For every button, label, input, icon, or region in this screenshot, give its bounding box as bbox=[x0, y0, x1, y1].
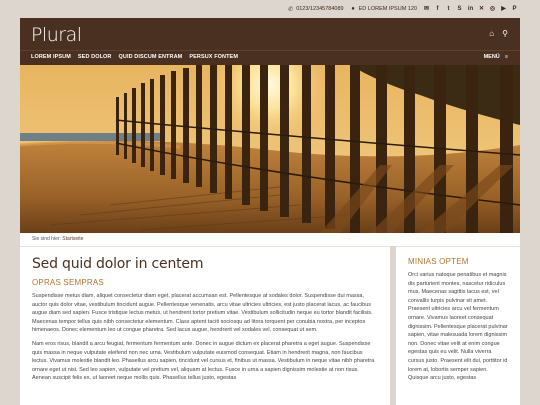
twitter-icon[interactable]: t bbox=[445, 6, 452, 13]
nav-item[interactable]: LOREM IPSUM bbox=[31, 54, 71, 60]
nav-list: LOREM IPSUM SED DOLOR QUID DISCUM ENTRAM PE… bbox=[31, 54, 238, 60]
instagram-icon[interactable]: ◎ bbox=[489, 6, 496, 13]
section-subtitle: OPRAS SEMPRAS bbox=[32, 278, 104, 287]
page-title: Sed quid dolor in centem bbox=[32, 256, 204, 272]
address-text[interactable]: ED LOREM IPSUM 120 bbox=[359, 6, 417, 12]
sidebar-title: MINIAS OPTEM bbox=[408, 257, 469, 266]
breadcrumb: Sie sind hier: Startseite bbox=[20, 233, 520, 246]
map-pin-icon: ● bbox=[351, 6, 355, 12]
search-icon[interactable]: ⚲ bbox=[502, 29, 508, 38]
address-contact[interactable]: ● ED LOREM IPSUM 120 bbox=[350, 6, 417, 13]
phone-icon: ✆ bbox=[288, 6, 294, 13]
skype-icon[interactable]: S bbox=[456, 6, 463, 13]
nav-item[interactable]: PERSUX FONTEM bbox=[189, 54, 238, 60]
beach-fence-photo bbox=[20, 65, 520, 233]
facebook-icon[interactable]: f bbox=[434, 6, 441, 13]
pinterest-icon[interactable]: P bbox=[511, 6, 518, 13]
breadcrumb-home-link[interactable]: Startseite bbox=[62, 236, 83, 242]
home-icon[interactable]: ⌂ bbox=[489, 29, 494, 38]
menu-label: MENÜ bbox=[483, 54, 500, 60]
site-header: Plural ⌂ ⚲ bbox=[20, 18, 520, 50]
header-icons: ⌂ ⚲ bbox=[489, 29, 508, 38]
youtube-icon[interactable]: ▶ bbox=[500, 6, 507, 13]
top-contact-bar: ✆ 0123/12345784089 ● ED LOREM IPSUM 120 … bbox=[20, 0, 520, 18]
nav-item[interactable]: QUID DISCUM ENTRAM bbox=[119, 54, 183, 60]
phone-contact[interactable]: ✆ 0123/12345784089 bbox=[287, 6, 343, 13]
body-paragraph-1: Suspendisse metus diam, aliquet consecte… bbox=[32, 293, 373, 334]
menu-toggle-button[interactable]: MENÜ ≡ bbox=[484, 54, 508, 60]
social-links: ✉ f t Sin ✕ ◎ ▶ P bbox=[423, 6, 518, 13]
phone-number[interactable]: 0123/12345784089 bbox=[296, 6, 343, 12]
linkedin-icon[interactable]: in bbox=[467, 6, 474, 13]
main-content: Sed quid dolor in centem OPRAS SEMPRAS S… bbox=[20, 246, 390, 405]
site-logo[interactable]: Plural bbox=[31, 24, 82, 46]
sidebar-text: Orci varius natoque penatibus et magnis … bbox=[408, 272, 508, 382]
breadcrumb-prefix: Sie sind hier: bbox=[32, 236, 61, 242]
main-navigation: LOREM IPSUM SED DOLOR QUID DISCUM ENTRAM PE… bbox=[20, 50, 520, 65]
xing-icon[interactable]: ✕ bbox=[478, 6, 485, 13]
hamburger-icon: ≡ bbox=[504, 54, 508, 60]
sidebar: MINIAS OPTEM Orci varius natoque penatib… bbox=[396, 246, 520, 405]
email-icon[interactable]: ✉ bbox=[423, 6, 430, 13]
nav-item[interactable]: SED DOLOR bbox=[78, 54, 112, 60]
hero-image bbox=[20, 65, 520, 233]
body-paragraph-2: Nam eros risus, blandit a arcu feugiat, … bbox=[32, 340, 375, 382]
